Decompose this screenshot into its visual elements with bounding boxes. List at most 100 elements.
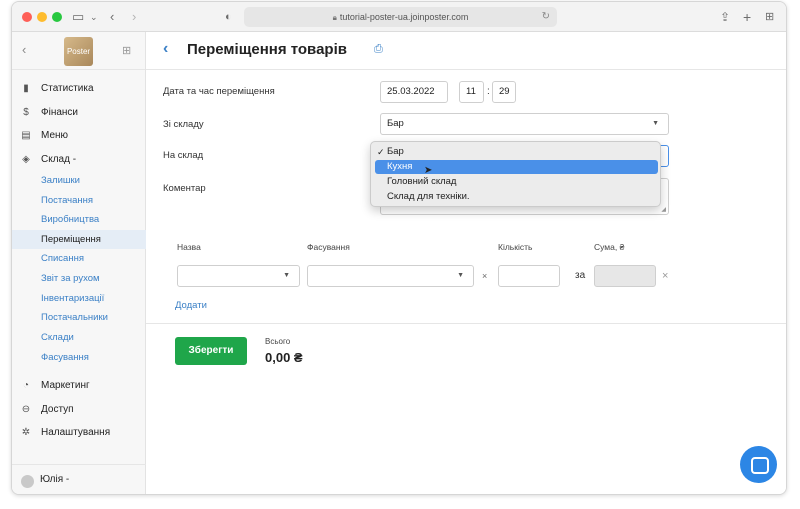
marketing-icon: ◔ (22, 380, 30, 391)
sidebar-subitem-movement-report[interactable]: Звіт за рухом (12, 269, 146, 288)
browser-titlebar: ▭ ⌄ ‹ › ◐ 🔒︎ tutorial-poster-ua.joinposte… (12, 2, 786, 32)
from-warehouse-label: Зі складу (163, 119, 204, 130)
share-icon[interactable]: ⇪ (720, 9, 730, 25)
checkmark-icon: ✓ (377, 147, 385, 157)
apps-grid-icon[interactable]: ⊞ (122, 44, 131, 57)
user-name: Юлія - (40, 474, 70, 485)
chevron-down-icon[interactable]: ⌄ (90, 9, 98, 25)
column-header-name: Назва (177, 242, 201, 252)
sidebar-subitem-inventory[interactable]: Інвентаризації (12, 289, 146, 308)
back-arrow-icon[interactable]: ‹ (163, 40, 168, 58)
sidebar-item-label: Статистика (41, 83, 94, 94)
hour-input[interactable]: 11 (459, 81, 484, 103)
chat-icon[interactable] (740, 446, 777, 483)
for-label: за (575, 270, 586, 281)
chevron-down-icon: ▼ (652, 120, 659, 127)
dollar-icon: $ (23, 107, 29, 118)
collapse-arrow-icon[interactable]: ‹ (22, 42, 26, 57)
sidebar-subitem-suppliers[interactable]: Постачальники (12, 308, 146, 327)
total-label: Всього (265, 337, 291, 346)
dropdown-option-kitchen[interactable]: Кухня (375, 160, 658, 174)
to-warehouse-label: На склад (163, 150, 204, 161)
sidebar-subitem-writeoffs[interactable]: Списання (12, 249, 146, 268)
chart-bars-icon: ▮ (23, 83, 29, 94)
sidebar-subitem-warehouses[interactable]: Склади (12, 328, 146, 347)
sidebar-subitem-transfers[interactable]: Переміщення (12, 230, 146, 249)
sidebar-header: ‹ Poster ⊞ (12, 32, 145, 70)
maximize-window-button[interactable] (52, 12, 62, 22)
sidebar-item-settings[interactable]: ✲ Налаштування (12, 423, 146, 443)
chevron-down-icon: ▼ (283, 272, 290, 279)
dropdown-option-label: Кухня (387, 161, 413, 172)
column-header-quantity: Кількість (498, 242, 533, 252)
sidebar-subitem-production[interactable]: Виробництва (12, 210, 146, 229)
sidebar-subitem-supplies[interactable]: Постачання (12, 191, 146, 210)
add-item-link[interactable]: Додати (175, 300, 207, 311)
avatar (21, 475, 34, 488)
dropdown-option-tech-warehouse[interactable]: Склад для техніки. (375, 190, 658, 204)
back-arrow-icon[interactable]: ‹ (110, 9, 114, 25)
item-packaging-select[interactable]: ▼ (307, 265, 474, 287)
sidebar-item-marketing[interactable]: ◔ Маркетинг (12, 376, 146, 396)
browser-window: ▭ ⌄ ‹ › ◐ 🔒︎ tutorial-poster-ua.joinposte… (11, 1, 787, 495)
dropdown-option-main-warehouse[interactable]: Головний склад (375, 175, 658, 189)
from-warehouse-select[interactable]: Бар ▼ (380, 113, 669, 135)
reload-icon[interactable]: ↻ (542, 7, 550, 27)
sidebar-item-statistics[interactable]: ▮ Статистика (12, 79, 146, 99)
sidebar: ‹ Poster ⊞ ▮ Статистика $ Фінанси ▤ Меню… (12, 32, 146, 494)
remove-row-icon[interactable]: × (662, 270, 668, 282)
sidebar-item-label: Налаштування (41, 427, 111, 438)
sum-input (594, 265, 656, 287)
dropdown-option-label: Бар (387, 146, 404, 157)
sidebar-subitem-packaging[interactable]: Фасування (12, 348, 146, 367)
item-name-select[interactable]: ▼ (177, 265, 300, 287)
comment-label: Коментар (163, 183, 206, 194)
layers-icon: ◈ (22, 154, 30, 165)
divider (146, 323, 786, 324)
mouse-pointer-icon: ➤ (424, 165, 433, 176)
times-sign: × (482, 271, 488, 281)
lock-icon: 🔒︎ (332, 13, 337, 22)
forward-arrow-icon[interactable]: › (132, 9, 136, 25)
column-header-packaging: Фасування (307, 242, 350, 252)
chevron-down-icon: ▼ (457, 272, 464, 279)
time-separator: : (487, 86, 490, 97)
menu-book-icon: ▤ (21, 130, 31, 141)
date-input[interactable]: 25.03.2022 (380, 81, 448, 103)
address-bar[interactable]: 🔒︎ tutorial-poster-ua.joinposter.com ↻ (244, 7, 557, 27)
sidebar-item-finance[interactable]: $ Фінанси (12, 103, 146, 123)
total-value: 0,00 ₴ (265, 350, 303, 365)
lock-icon: ⊖ (21, 404, 31, 415)
minimize-window-button[interactable] (37, 12, 47, 22)
page-header: ‹ Переміщення товарів ⎙ (146, 32, 786, 70)
sidebar-item-label: Склад - (41, 154, 77, 165)
minute-input[interactable]: 29 (492, 81, 516, 103)
from-warehouse-value: Бар (387, 118, 404, 129)
close-window-button[interactable] (22, 12, 32, 22)
resize-handle-icon[interactable]: ◢ (661, 206, 666, 213)
sidebar-subitem-stock[interactable]: Залишки (12, 171, 146, 190)
print-icon[interactable]: ⎙ (374, 43, 383, 56)
sidebar-item-warehouse[interactable]: ◈ Склад - (12, 150, 146, 170)
sidebar-toggle-icon[interactable]: ▭ (72, 9, 84, 25)
sidebar-item-label: Маркетинг (41, 380, 90, 391)
url-text: tutorial-poster-ua.joinposter.com (339, 12, 469, 22)
save-button[interactable]: Зберегти (175, 337, 247, 365)
sidebar-item-label: Фінанси (41, 107, 79, 118)
dropdown-option-label: Головний склад (387, 176, 457, 187)
dropdown-option-bar[interactable]: ✓ Бар (375, 145, 658, 159)
sidebar-item-access[interactable]: ⊖ Доступ (12, 400, 146, 420)
sidebar-item-menu[interactable]: ▤ Меню (12, 126, 146, 146)
page-title: Переміщення товарів (187, 41, 347, 58)
poster-logo[interactable]: Poster (64, 37, 93, 66)
column-header-sum: Сума, ₴ (594, 242, 625, 252)
user-menu[interactable]: Юлія - (12, 464, 146, 494)
new-tab-icon[interactable]: + (743, 9, 751, 25)
sidebar-item-label: Доступ (41, 404, 74, 415)
privacy-shield-icon[interactable]: ◐ (225, 9, 232, 25)
dropdown-option-label: Склад для техніки. (387, 191, 470, 202)
sidebar-item-label: Меню (41, 130, 69, 141)
date-label: Дата та час переміщення (163, 86, 275, 97)
quantity-input[interactable] (498, 265, 560, 287)
tab-overview-icon[interactable]: ⊞ (765, 9, 774, 25)
